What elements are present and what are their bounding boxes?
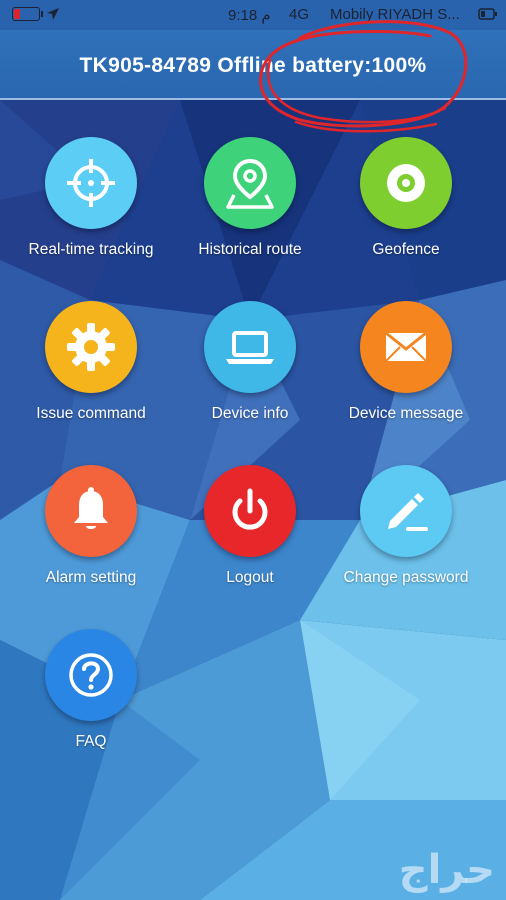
gear-icon: [67, 323, 115, 371]
power-icon: [232, 488, 268, 530]
device-message-circle: [360, 301, 452, 393]
status-carrier: Mobily RIYADH S...: [330, 6, 460, 23]
real-time-tracking-label: Real-time tracking: [28, 241, 154, 258]
historical-route-label: Historical route: [198, 241, 302, 258]
geofence-label: Geofence: [372, 241, 440, 258]
logout-label: Logout: [226, 569, 274, 586]
alarm-setting-button[interactable]: Alarm setting: [12, 465, 170, 587]
svg-text:حراج: حراج: [399, 847, 495, 893]
app-header: TK905-84789 Offline battery:100%: [0, 30, 506, 100]
battery-icon: [12, 7, 43, 21]
faq-circle: [45, 629, 137, 721]
alarm-setting-circle: [45, 465, 137, 557]
historical-route-circle: [204, 137, 296, 229]
faq-button[interactable]: FAQ: [12, 629, 170, 751]
historical-route-button[interactable]: Historical route: [171, 137, 329, 259]
question-icon: [69, 653, 113, 697]
bell-icon: [74, 487, 108, 529]
status-time: 9:18 م: [228, 7, 271, 24]
crosshair-icon: [67, 159, 115, 207]
device-message-label: Device message: [348, 405, 464, 422]
change-password-circle: [360, 465, 452, 557]
device-message-button[interactable]: Device message: [327, 301, 485, 423]
device-info-circle: [204, 301, 296, 393]
change-password-button[interactable]: Change password: [327, 465, 485, 587]
change-password-label: Change password: [343, 569, 469, 586]
issue-command-button[interactable]: Issue command: [12, 301, 170, 423]
real-time-tracking-circle: [45, 137, 137, 229]
geofence-button[interactable]: Geofence: [327, 137, 485, 259]
background-pattern: [0, 0, 506, 900]
issue-command-label: Issue command: [36, 405, 146, 422]
location-arrow-icon: [47, 8, 59, 20]
alarm-setting-label: Alarm setting: [45, 569, 137, 586]
map-pin-icon: [226, 158, 274, 209]
status-bar: 9:18 م 4G Mobily RIYADH S...: [0, 0, 506, 30]
device-info-label: Device info: [211, 405, 289, 422]
laptop-icon: [226, 331, 274, 364]
real-time-tracking-button[interactable]: Real-time tracking: [12, 137, 170, 259]
device-status-title: TK905-84789 Offline battery:100%: [79, 54, 427, 77]
logout-button[interactable]: Logout: [171, 465, 329, 587]
haraj-watermark-logo: حراج: [399, 847, 495, 893]
faq-label: FAQ: [75, 733, 107, 750]
battery-icon-right: [478, 8, 497, 20]
geofence-circle: [360, 137, 452, 229]
issue-command-circle: [45, 301, 137, 393]
envelope-icon: [385, 331, 427, 362]
logout-circle: [204, 465, 296, 557]
target-icon: [387, 164, 425, 202]
status-network: 4G: [289, 6, 310, 23]
device-info-button[interactable]: Device info: [171, 301, 329, 423]
pencil-icon: [388, 493, 428, 531]
